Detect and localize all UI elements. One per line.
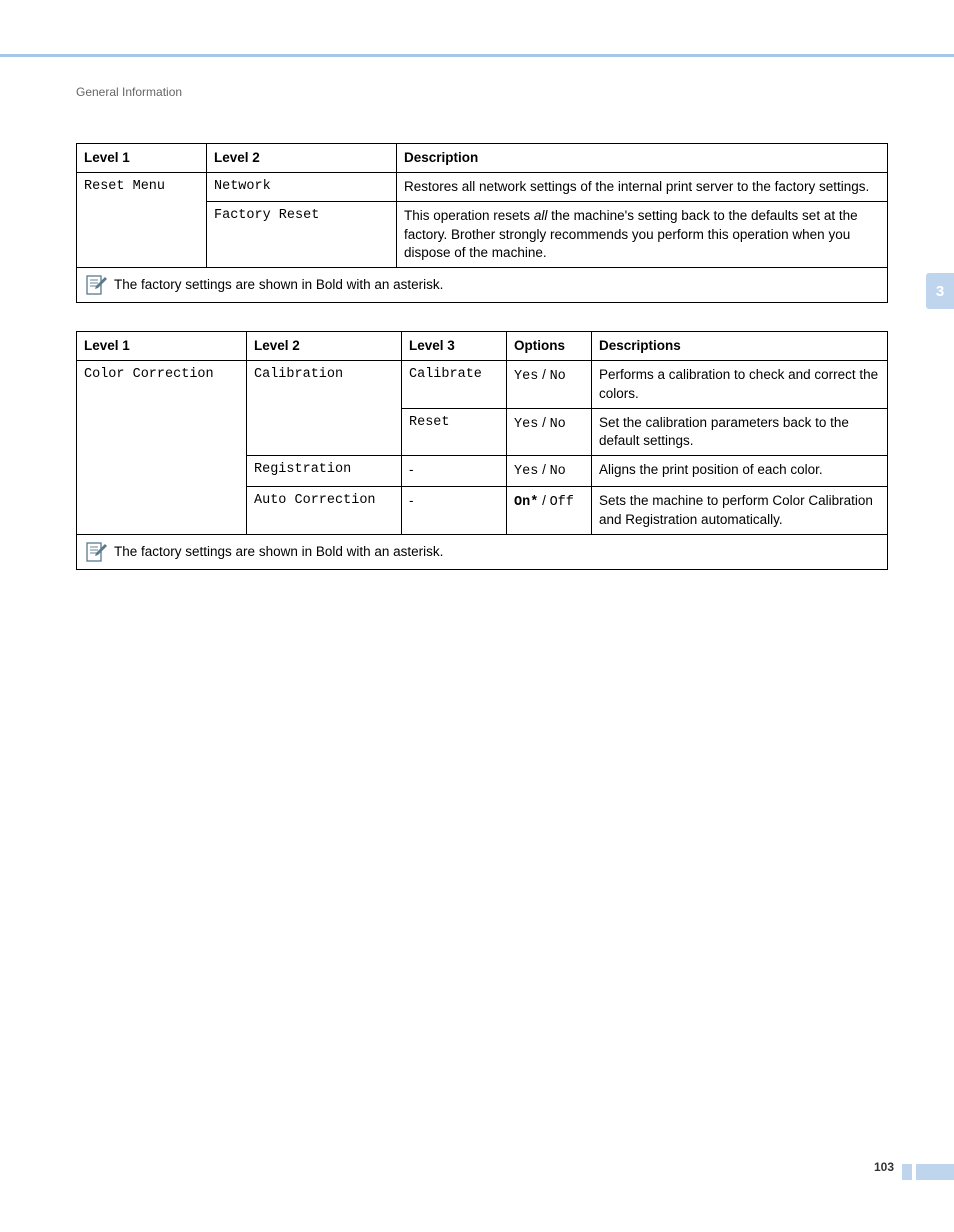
cell-options: On* / Off	[507, 487, 592, 534]
col-descriptions: Descriptions	[592, 332, 888, 361]
cell-level3: Reset	[402, 408, 507, 455]
opt-bold: On*	[514, 495, 538, 510]
cell-level2: Factory Reset	[207, 202, 397, 268]
cell-options: Yes / No	[507, 456, 592, 487]
cell-level3: -	[402, 487, 507, 534]
desc-pre: This operation resets	[404, 208, 534, 223]
opt-b: Off	[550, 495, 574, 510]
col-level2: Level 2	[247, 332, 402, 361]
color-correction-table: Level 1 Level 2 Level 3 Options Descript…	[76, 331, 888, 570]
cell-options: Yes / No	[507, 408, 592, 455]
content-area: Level 1 Level 2 Description Reset Menu N…	[76, 143, 888, 570]
opt-b: No	[550, 464, 566, 479]
opt-a: Yes	[514, 369, 538, 384]
opt-a: Yes	[514, 417, 538, 432]
col-description: Description	[397, 144, 888, 173]
col-options: Options	[507, 332, 592, 361]
desc-italic: all	[534, 208, 548, 223]
table-note-cell: The factory settings are shown in Bold w…	[77, 534, 888, 569]
table-header-row: Level 1 Level 2 Description	[77, 144, 888, 173]
opt-b: No	[550, 369, 566, 384]
col-level1: Level 1	[77, 332, 247, 361]
footer-accent	[916, 1164, 954, 1180]
cell-description: Set the calibration parameters back to t…	[592, 408, 888, 455]
cell-options: Yes / No	[507, 361, 592, 408]
cell-level2: Calibration	[247, 361, 402, 456]
cell-description: Restores all network settings of the int…	[397, 173, 888, 202]
top-accent-bar	[0, 54, 954, 57]
table-note-row: The factory settings are shown in Bold w…	[77, 534, 888, 569]
opt-sep: /	[538, 493, 549, 508]
cell-description: Performs a calibration to check and corr…	[592, 361, 888, 408]
cell-level2: Registration	[247, 456, 402, 487]
note-icon	[84, 274, 108, 296]
cell-level3: -	[402, 456, 507, 487]
page: General Information 3 Level 1 Level 2 De…	[0, 0, 954, 1232]
reset-menu-table: Level 1 Level 2 Description Reset Menu N…	[76, 143, 888, 303]
table-note-cell: The factory settings are shown in Bold w…	[77, 268, 888, 303]
cell-level1: Reset Menu	[77, 173, 207, 268]
col-level1: Level 1	[77, 144, 207, 173]
table-header-row: Level 1 Level 2 Level 3 Options Descript…	[77, 332, 888, 361]
footer-accent	[902, 1164, 912, 1180]
note-icon	[84, 541, 108, 563]
cell-level2: Auto Correction	[247, 487, 402, 534]
page-number: 103	[874, 1160, 894, 1174]
table-row: Reset Menu Network Restores all network …	[77, 173, 888, 202]
opt-sep: /	[538, 367, 549, 382]
col-level3: Level 3	[402, 332, 507, 361]
table-note-text: The factory settings are shown in Bold w…	[114, 276, 443, 294]
opt-b: No	[550, 417, 566, 432]
table-note-text: The factory settings are shown in Bold w…	[114, 543, 443, 561]
section-header: General Information	[76, 85, 182, 99]
table-row: Color Correction Calibration Calibrate Y…	[77, 361, 888, 408]
cell-level2: Network	[207, 173, 397, 202]
opt-sep: /	[538, 415, 549, 430]
cell-level3: Calibrate	[402, 361, 507, 408]
cell-level1: Color Correction	[77, 361, 247, 535]
cell-description: Sets the machine to perform Color Calibr…	[592, 487, 888, 534]
col-level2: Level 2	[207, 144, 397, 173]
cell-description: This operation resets all the machine's …	[397, 202, 888, 268]
cell-description: Aligns the print position of each color.	[592, 456, 888, 487]
table-note-row: The factory settings are shown in Bold w…	[77, 268, 888, 303]
chapter-tab: 3	[926, 273, 954, 309]
opt-a: Yes	[514, 464, 538, 479]
opt-sep: /	[538, 462, 549, 477]
